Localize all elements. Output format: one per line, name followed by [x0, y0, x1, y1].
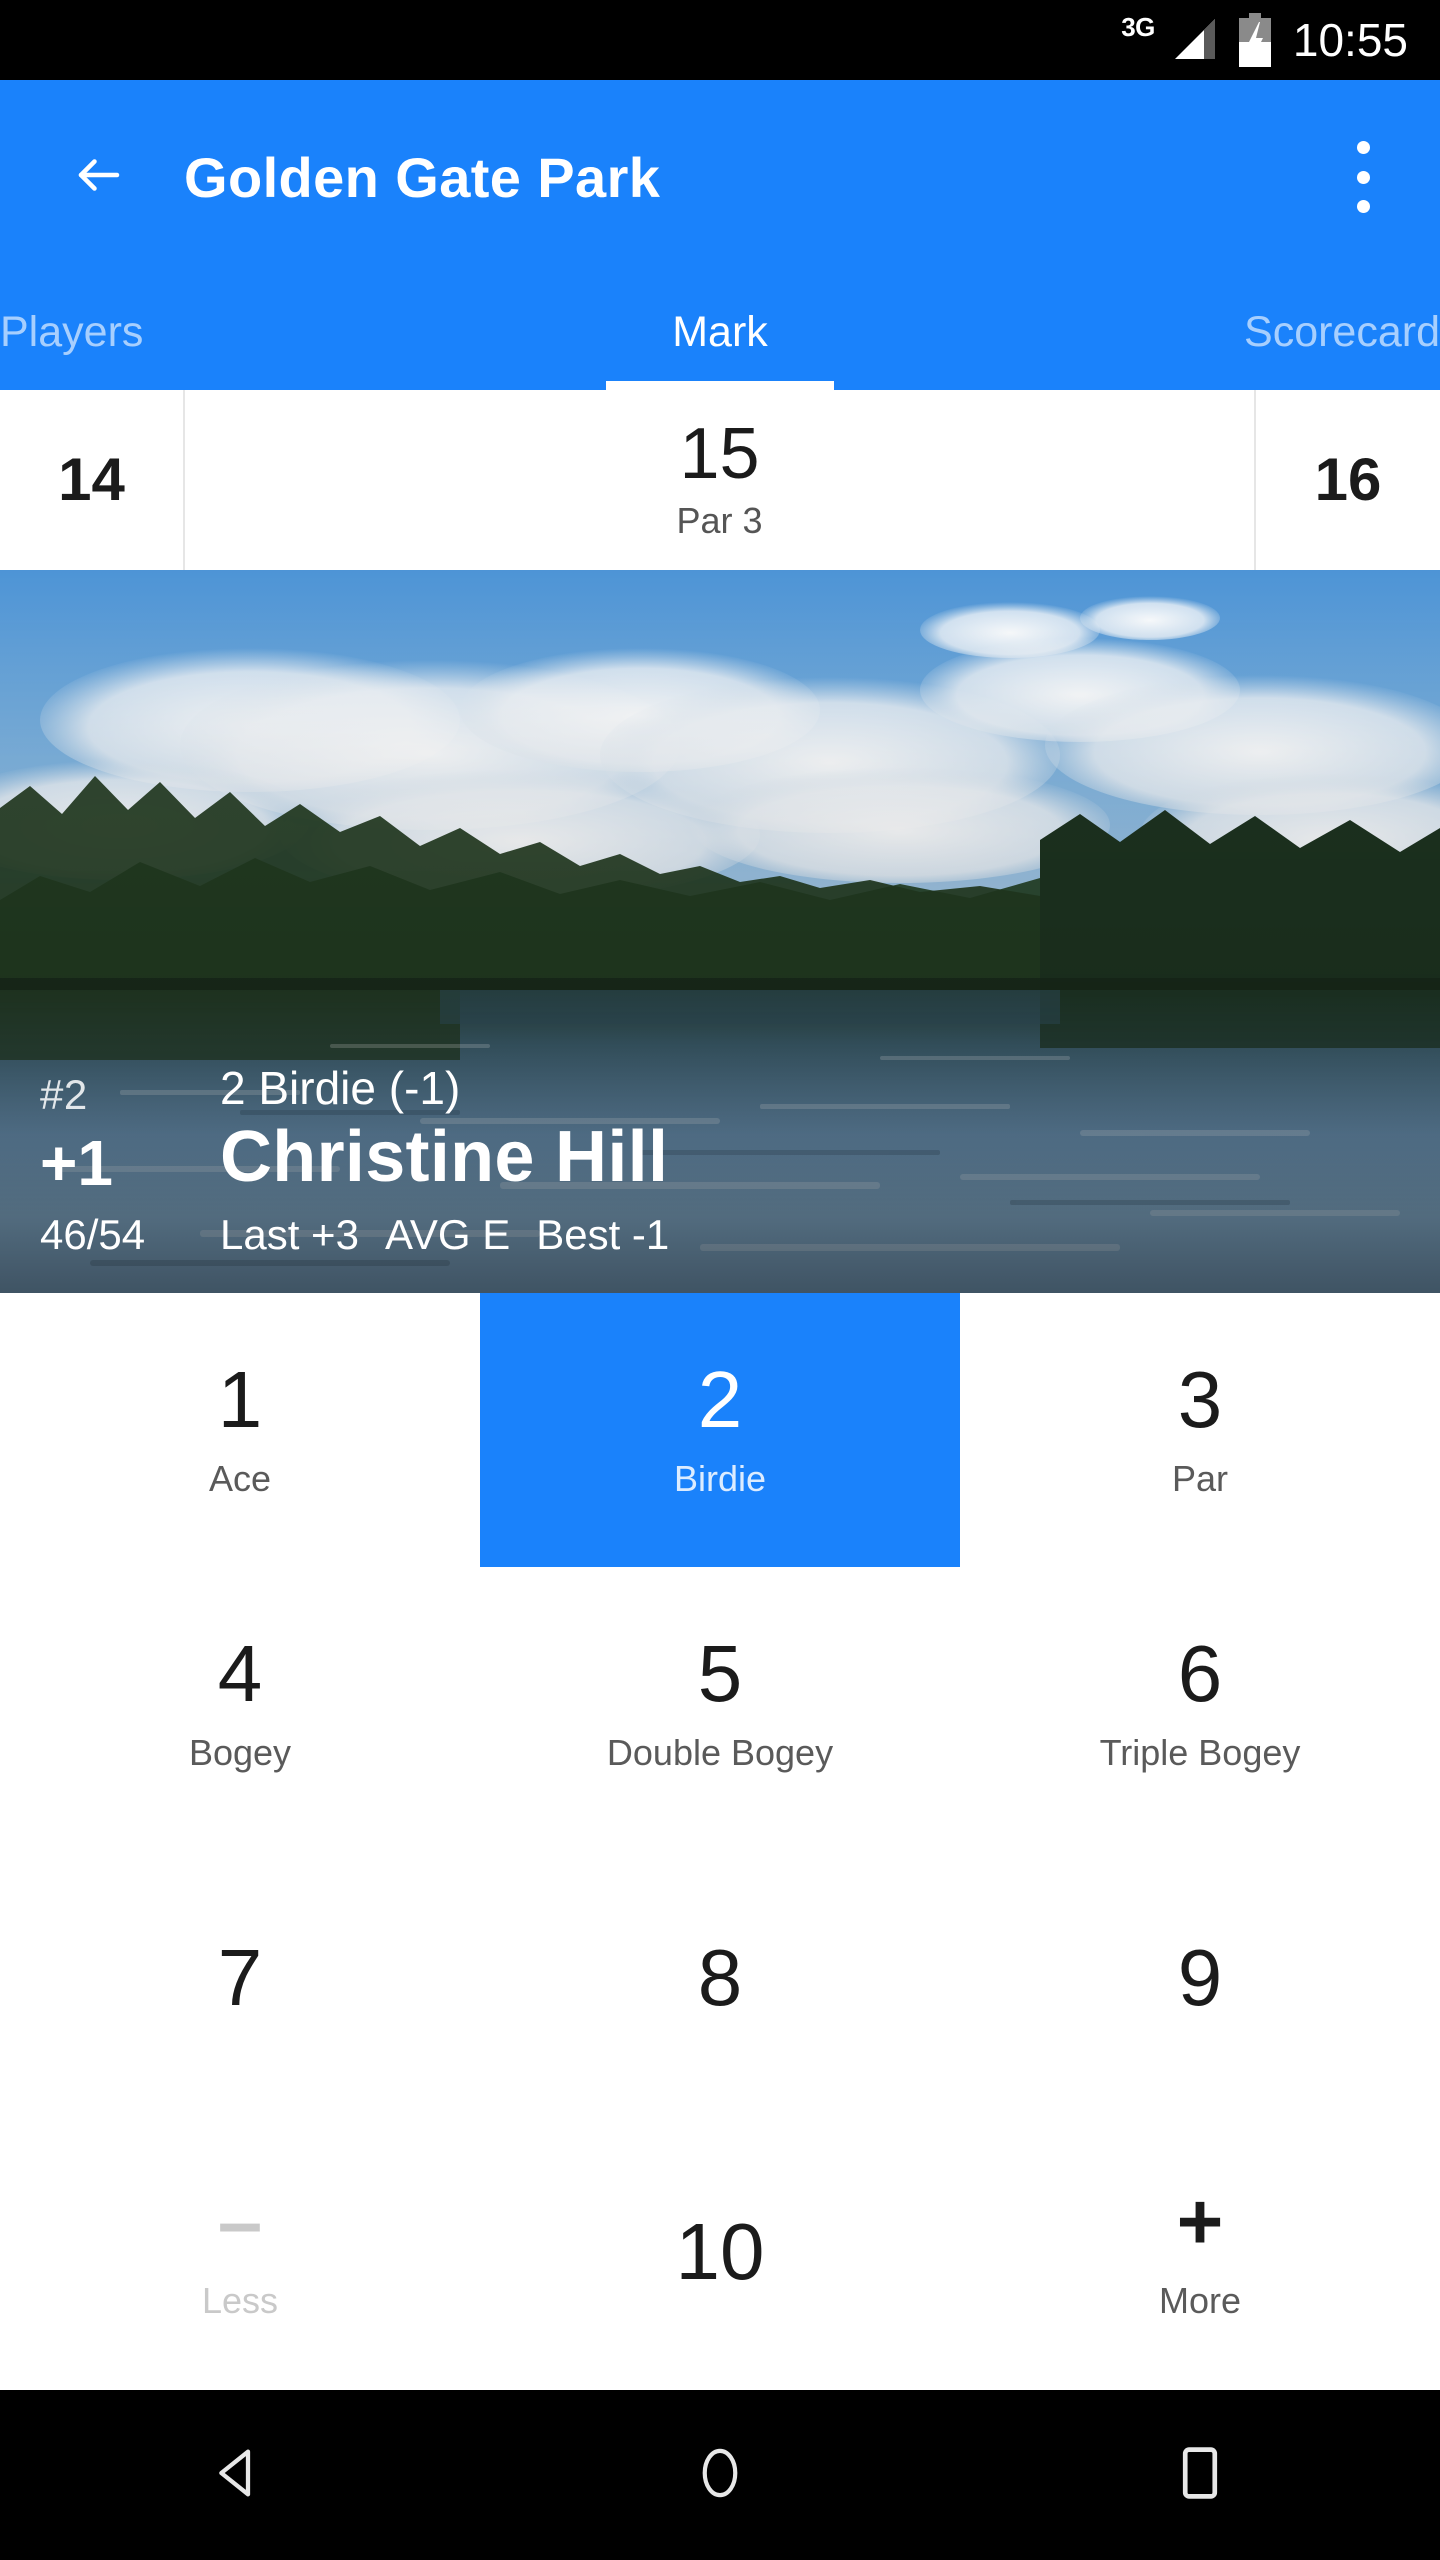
keypad-row: 7 8 9 [0, 1841, 1440, 2115]
player-stats-row: 46/54 Last +3 AVG E Best -1 [40, 1211, 1440, 1259]
player-rank-column: #2 +1 [40, 1070, 220, 1199]
tab-players-label: Players [0, 307, 144, 356]
hole-next[interactable]: 16 [1256, 390, 1440, 570]
score-key-number: 8 [697, 1933, 743, 2022]
more-vert-icon-dot [1356, 141, 1370, 154]
hole-selector: 14 15 Par 3 16 [0, 390, 1440, 570]
hole-current[interactable]: 15 Par 3 [183, 390, 1256, 570]
tab-mark-label: Mark [672, 307, 768, 356]
player-info-top-row: #2 +1 2 Birdie (-1) Christine Hill [40, 1065, 1440, 1197]
score-key-number: 6 [1177, 1629, 1223, 1718]
overflow-menu-button[interactable] [1356, 141, 1370, 213]
tab-mark[interactable]: Mark [480, 274, 960, 390]
score-key-2[interactable]: 2 Birdie [480, 1293, 960, 1567]
score-key-6[interactable]: 6 Triple Bogey [960, 1567, 1440, 1841]
player-rank: #2 [40, 1070, 88, 1118]
more-vert-icon-dot [1356, 170, 1370, 184]
hole-current-par: Par 3 [676, 500, 763, 541]
player-info-overlay[interactable]: #2 +1 2 Birdie (-1) Christine Hill 46/54… [0, 1065, 1440, 1293]
score-keypad: 1 Ace 2 Birdie 3 Par 4 Bogey 5 Double Bo… [0, 1293, 1440, 2389]
score-key-7[interactable]: 7 [0, 1841, 480, 2115]
score-key-label: Less [201, 2280, 279, 2321]
score-key-number: 10 [675, 2207, 765, 2296]
hole-photo-hero: #2 +1 2 Birdie (-1) Christine Hill 46/54… [0, 570, 1440, 1293]
network-type-label: 3G [1121, 12, 1155, 42]
score-key-number: 3 [1177, 1355, 1223, 1444]
status-bar: 3G 10:55 [0, 0, 1440, 80]
tab-scorecard[interactable]: Scorecard [960, 274, 1440, 390]
player-holes-played: 46/54 [40, 1211, 146, 1258]
score-key-less[interactable]: – Less [0, 2115, 480, 2389]
score-key-label: Triple Bogey [1099, 1732, 1301, 1773]
hole-current-number: 15 [679, 414, 760, 494]
score-key-more[interactable]: + More [960, 2115, 1440, 2389]
keypad-row: 4 Bogey 5 Double Bogey 6 Triple Bogey [0, 1567, 1440, 1841]
battery-charging-icon [1235, 13, 1275, 67]
player-last-stat: Last +3 [220, 1211, 359, 1258]
android-navigation-bar [0, 2390, 1440, 2560]
player-best-stat: Best -1 [536, 1211, 670, 1258]
player-hole-score-label: 2 Birdie (-1) [220, 1062, 461, 1115]
more-vert-icon-dot [1356, 200, 1370, 213]
score-key-5[interactable]: 5 Double Bogey [480, 1567, 960, 1841]
nav-recents-button[interactable] [1140, 2415, 1260, 2535]
plus-icon: + [1176, 2177, 1224, 2266]
hole-next-number: 16 [1314, 446, 1382, 513]
score-key-1[interactable]: 1 Ace [0, 1293, 480, 1567]
score-key-9[interactable]: 9 [960, 1841, 1440, 2115]
arrow-back-icon [72, 148, 126, 207]
score-key-label: Par [1171, 1458, 1229, 1499]
signal-bars-icon [1173, 19, 1217, 61]
score-key-label: Bogey [188, 1732, 292, 1773]
tab-scorecard-label: Scorecard [1244, 307, 1440, 356]
score-key-label: Birdie [673, 1458, 767, 1499]
tab-players[interactable]: Players [0, 274, 480, 390]
score-key-number: 4 [217, 1629, 263, 1718]
keypad-row: 1 Ace 2 Birdie 3 Par [0, 1293, 1440, 1567]
keypad-row: – Less 10 + More [0, 2115, 1440, 2389]
score-key-4[interactable]: 4 Bogey [0, 1567, 480, 1841]
minus-icon: – [217, 2177, 263, 2266]
player-avg-stat: AVG E [384, 1211, 511, 1258]
score-key-8[interactable]: 8 [480, 1841, 960, 2115]
score-key-label: More [1158, 2280, 1242, 2321]
nav-back-triangle-icon [208, 2441, 272, 2510]
nav-home-circle-icon [690, 2441, 750, 2510]
score-key-number: 2 [697, 1355, 743, 1444]
app-screen: 3G 10:55 Golden Gate Park Players Mark S… [0, 0, 1440, 2560]
score-key-number: 9 [1177, 1933, 1223, 2022]
score-key-number: 7 [217, 1933, 263, 2022]
score-key-number: 1 [217, 1355, 263, 1444]
nav-recents-square-icon [1172, 2441, 1228, 2510]
score-key-3[interactable]: 3 Par [960, 1293, 1440, 1567]
player-name: Christine Hill [220, 1117, 669, 1198]
nav-back-button[interactable] [180, 2415, 300, 2535]
hole-prev[interactable]: 14 [0, 390, 183, 570]
hole-prev-number: 14 [58, 446, 125, 513]
score-key-number: 5 [697, 1629, 743, 1718]
score-key-10[interactable]: 10 [480, 2115, 960, 2389]
back-button[interactable] [72, 150, 126, 204]
app-bar: Golden Gate Park [0, 80, 1440, 274]
nav-home-button[interactable] [660, 2415, 780, 2535]
score-key-label: Double Bogey [606, 1732, 834, 1773]
player-total-score: +1 [40, 1126, 113, 1199]
page-title: Golden Gate Park [184, 145, 661, 209]
score-key-label: Ace [208, 1458, 272, 1499]
player-main-column: 2 Birdie (-1) Christine Hill [220, 1065, 1440, 1197]
tab-bar: Players Mark Scorecard [0, 274, 1440, 390]
status-bar-clock: 10:55 [1292, 14, 1408, 66]
